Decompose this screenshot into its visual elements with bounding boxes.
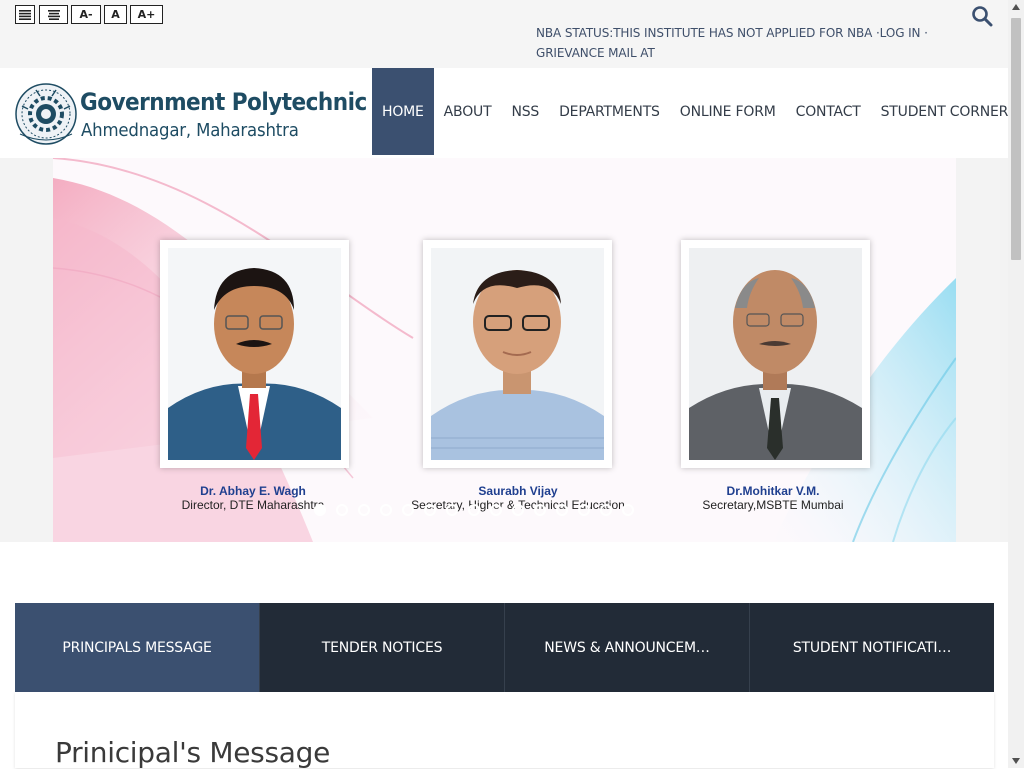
tab-principals-message[interactable]: PRINCIPALS MESSAGE — [15, 603, 260, 692]
slider-dot[interactable] — [446, 504, 458, 516]
top-utility-bar: A- A A+ NBA STATUS:THIS INSTITUTE HAS NO… — [0, 0, 1008, 80]
site-header: Government Polytechnic Ahmednagar, Mahar… — [0, 68, 1008, 158]
slider-dot[interactable] — [534, 504, 546, 516]
tab-tender-notices[interactable]: TENDER NOTICES — [260, 603, 505, 692]
notice-line-1[interactable]: NBA STATUS:THIS INSTITUTE HAS NOT APPLIE… — [536, 23, 956, 43]
nav-departments[interactable]: DEPARTMENTS — [549, 68, 670, 155]
photo-secretary-msbte — [681, 240, 870, 468]
scroll-up-arrow-icon[interactable] — [1012, 4, 1020, 10]
slide-caption-name-3: Dr.Mohitkar V.M. — [726, 484, 820, 498]
main-nav: HOME ABOUT NSS DEPARTMENTS ONLINE FORM C… — [372, 68, 1018, 155]
hero-slide[interactable]: Dr. Abhay E. Wagh Director, DTE Maharash… — [53, 158, 956, 542]
slider-dot[interactable] — [424, 504, 436, 516]
align-justify-icon — [19, 9, 31, 20]
info-tabs: PRINCIPALS MESSAGE TENDER NOTICES NEWS &… — [15, 603, 994, 692]
tab-news-announcements[interactable]: NEWS & ANNOUNCEM… — [505, 603, 750, 692]
slider-dot[interactable] — [314, 504, 326, 516]
slider-dot[interactable] — [358, 504, 370, 516]
nav-nss[interactable]: NSS — [501, 68, 549, 155]
align-center-icon — [47, 9, 60, 20]
slider-dot[interactable] — [468, 504, 480, 516]
site-logo[interactable]: Government Polytechnic Ahmednagar, Mahar… — [14, 82, 367, 146]
slider-dot[interactable] — [512, 504, 524, 516]
slider-dot[interactable] — [380, 504, 392, 516]
nav-contact[interactable]: CONTACT — [786, 68, 871, 155]
slide-caption-name-2: Saurabh Vijay — [478, 484, 558, 498]
search-icon[interactable] — [971, 5, 993, 27]
nav-home[interactable]: HOME — [372, 68, 434, 155]
scroll-down-arrow-icon[interactable] — [1012, 758, 1020, 764]
slide-caption-title-3: Secretary,MSBTE Mumbai — [702, 498, 844, 512]
slider-dot[interactable] — [556, 504, 568, 516]
slider-dot[interactable] — [600, 504, 612, 516]
logo-title: Government Polytechnic — [80, 88, 367, 116]
nav-about[interactable]: ABOUT — [434, 68, 502, 155]
slider-dot[interactable] — [622, 504, 634, 516]
slider-dot[interactable] — [578, 504, 590, 516]
nav-student-corner[interactable]: STUDENT CORNER — [871, 68, 1019, 155]
font-normal-button[interactable]: A — [104, 5, 127, 24]
scrollbar-thumb[interactable] — [1011, 18, 1021, 260]
slider-dot[interactable] — [336, 504, 348, 516]
tab-content-panel: Prinicipal's Message — [15, 692, 994, 769]
logo-subtitle: Ahmednagar, Maharashtra — [81, 120, 299, 141]
nav-online-form[interactable]: ONLINE FORM — [670, 68, 786, 155]
layout-boxed-button[interactable] — [39, 5, 68, 24]
font-decrease-button[interactable]: A- — [71, 5, 101, 24]
slider-dot[interactable] — [490, 504, 502, 516]
page-scrollbar[interactable] — [1008, 0, 1024, 768]
photo-secretary-higher-education — [423, 240, 612, 468]
slide-caption-name-1: Dr. Abhay E. Wagh — [200, 484, 306, 498]
slider-pagination — [314, 504, 634, 516]
principal-message-heading: Prinicipal's Message — [55, 736, 330, 769]
slider-dot[interactable] — [402, 504, 414, 516]
college-emblem-icon — [15, 83, 77, 145]
layout-wide-button[interactable] — [15, 5, 35, 24]
tab-student-notifications[interactable]: STUDENT NOTIFICATI… — [750, 603, 994, 692]
photo-director-dte — [160, 240, 349, 468]
font-increase-button[interactable]: A+ — [130, 5, 163, 24]
